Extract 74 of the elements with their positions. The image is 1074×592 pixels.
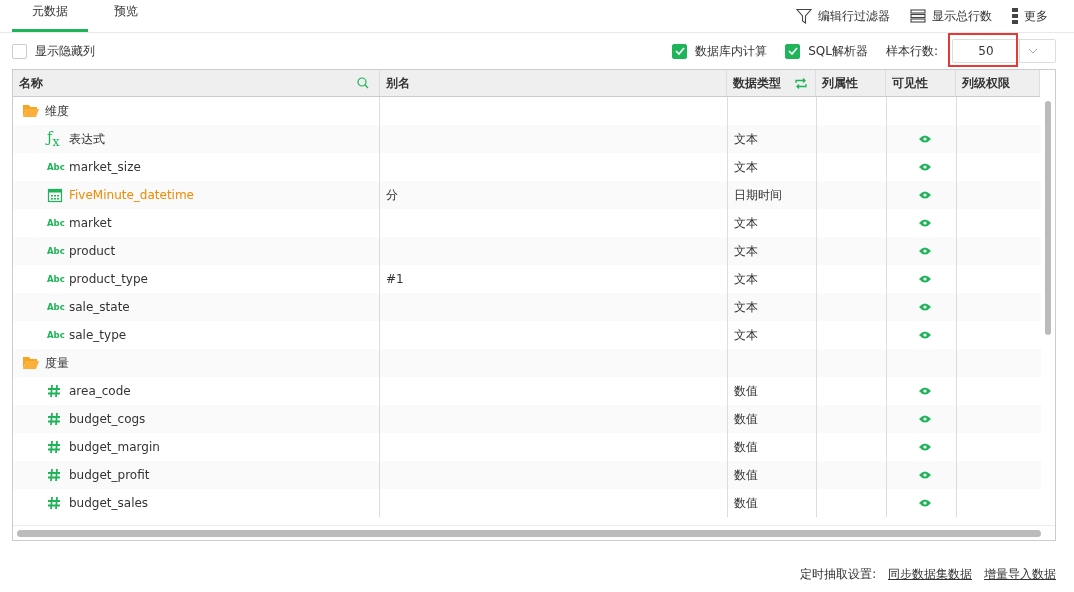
- footer-label: 定时抽取设置:: [800, 567, 876, 582]
- field-name[interactable]: budget_sales: [69, 496, 149, 510]
- text-type-icon: Abc: [47, 330, 65, 340]
- data-type-text: 文本: [734, 242, 758, 260]
- field-name[interactable]: budget_profit: [69, 468, 150, 482]
- vertical-scrollbar[interactable]: [1045, 101, 1051, 335]
- data-type-text: 文本: [734, 158, 758, 176]
- field-name[interactable]: sale_type: [69, 328, 127, 342]
- field-name[interactable]: product_type: [69, 272, 148, 286]
- number-type-icon: [47, 440, 61, 454]
- filter-icon: [796, 8, 812, 24]
- number-type-icon: [47, 384, 61, 398]
- sample-rows-label: 样本行数:: [885, 42, 938, 60]
- checkbox[interactable]: [12, 43, 27, 59]
- data-type-text: 日期时间: [734, 186, 782, 204]
- field-name[interactable]: product: [69, 244, 116, 258]
- field-name[interactable]: budget_margin: [69, 440, 160, 454]
- folder-name[interactable]: 度量: [45, 354, 69, 372]
- field-name[interactable]: area_code: [69, 384, 131, 398]
- text-type-icon: Abc: [47, 246, 65, 256]
- column-header: 数据类型: [733, 74, 782, 92]
- text-type-icon: Abc: [47, 218, 65, 228]
- checkbox-label: 显示隐藏列: [35, 42, 95, 60]
- rows-icon: [910, 9, 926, 23]
- data-type-text: 文本: [734, 326, 758, 344]
- number-type-icon: [47, 496, 61, 510]
- column-header: 列属性: [822, 74, 859, 92]
- column-header: 别名: [385, 74, 410, 92]
- alias-text: 分: [386, 186, 398, 204]
- data-type-text: 数值: [734, 438, 758, 456]
- number-type-icon: [47, 468, 61, 482]
- swap-icon[interactable]: [795, 77, 808, 89]
- tab[interactable]: 预览: [88, 0, 164, 32]
- folder-icon: [23, 356, 39, 370]
- alias-text: #1: [386, 272, 404, 286]
- data-type-text: 数值: [734, 382, 758, 400]
- data-type-text: 文本: [734, 214, 758, 232]
- text-type-icon: Abc: [47, 162, 65, 172]
- field-name[interactable]: market: [69, 216, 112, 230]
- data-type-text: 文本: [734, 298, 758, 316]
- checkbox[interactable]: [672, 43, 688, 59]
- field-name[interactable]: sale_state: [69, 300, 130, 314]
- chevron-down-icon: [1028, 48, 1038, 54]
- checkbox-label: SQL解析器: [808, 42, 868, 60]
- column-header: 列级权限: [962, 74, 1011, 92]
- text-type-icon: Abc: [47, 274, 65, 284]
- field-name[interactable]: 表达式: [69, 130, 105, 148]
- text-type-icon: Abc: [47, 302, 65, 312]
- search-icon[interactable]: [356, 77, 369, 89]
- data-type-text: 数值: [734, 494, 758, 512]
- data-type-text: 文本: [734, 270, 758, 288]
- column-header: 可见性: [892, 74, 929, 92]
- toolbar-button[interactable]: 更多: [1012, 7, 1048, 25]
- sample-rows-dropdown[interactable]: 50: [952, 39, 1056, 63]
- field-name[interactable]: budget_cogs: [69, 412, 146, 426]
- toolbar-button[interactable]: 显示总行数: [910, 7, 992, 25]
- field-name[interactable]: market_size: [69, 160, 141, 174]
- data-type-text: 数值: [734, 466, 758, 484]
- data-type-text: 文本: [734, 130, 758, 148]
- more-icon: [1012, 8, 1018, 24]
- checkbox-label: 数据库内计算: [695, 42, 768, 60]
- function-icon: ƒ$_{x}$: [47, 127, 60, 151]
- toolbar-button[interactable]: 编辑行过滤器: [796, 7, 890, 25]
- footer-link[interactable]: 同步数据集数据: [888, 567, 972, 582]
- footer-link[interactable]: 增量导入数据: [984, 567, 1056, 582]
- folder-name[interactable]: 维度: [45, 102, 69, 120]
- horizontal-scrollbar[interactable]: [17, 529, 1041, 537]
- column-header: 名称: [19, 74, 43, 92]
- data-type-text: 数值: [734, 410, 758, 428]
- number-type-icon: [47, 412, 61, 426]
- checkbox[interactable]: [785, 43, 801, 59]
- calendar-icon: [47, 187, 63, 203]
- tab[interactable]: 元数据: [12, 0, 88, 32]
- folder-icon: [23, 104, 39, 118]
